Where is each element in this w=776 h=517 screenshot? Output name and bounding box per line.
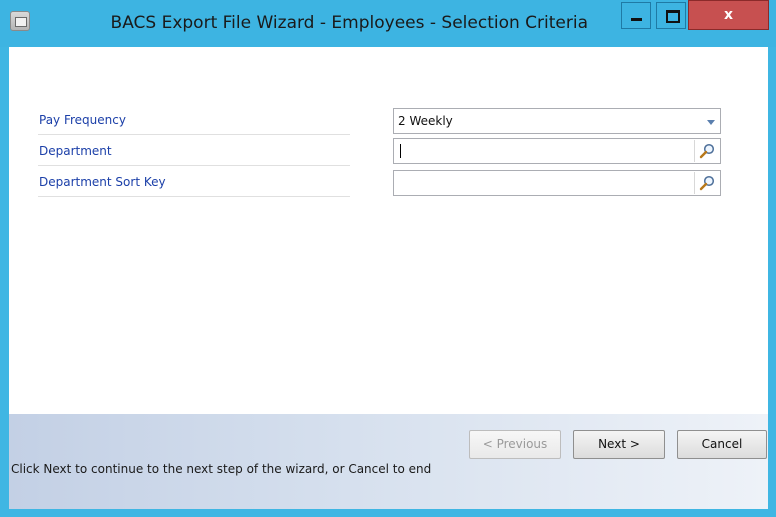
next-button[interactable]: Next > <box>573 430 665 459</box>
previous-button[interactable]: < Previous <box>469 430 561 459</box>
window-title-text: BACS Export File Wizard - Employees - Se… <box>110 13 588 33</box>
window-title: BACS Export File Wizard - Employees - Se… <box>0 0 616 47</box>
footer-message: Click Next to continue to the next step … <box>11 462 432 476</box>
criteria-row-department-sort-key: Department Sort Key <box>38 167 350 197</box>
magnifier-icon <box>699 175 715 191</box>
pay-frequency-value: 2 Weekly <box>398 114 453 128</box>
wizard-window: BACS Export File Wizard - Employees - Se… <box>0 0 776 517</box>
pay-frequency-dropdown[interactable]: 2 Weekly <box>393 108 721 134</box>
close-button[interactable]: x <box>688 0 769 30</box>
department-sort-key-lookup-button[interactable] <box>694 172 719 194</box>
wizard-content: Pay Frequency 2 Weekly Department Depart… <box>9 47 768 509</box>
title-bar[interactable]: BACS Export File Wizard - Employees - Se… <box>0 0 776 47</box>
text-caret <box>400 144 401 158</box>
close-icon: x <box>723 7 734 23</box>
wizard-footer: Click Next to continue to the next step … <box>9 414 768 509</box>
criteria-row-pay-frequency: Pay Frequency <box>38 105 350 135</box>
department-lookup-button[interactable] <box>694 140 719 162</box>
cancel-button[interactable]: Cancel <box>677 430 767 459</box>
department-sort-key-label: Department Sort Key <box>39 175 166 189</box>
pay-frequency-label: Pay Frequency <box>39 113 126 127</box>
criteria-row-department: Department <box>38 136 350 166</box>
department-input[interactable] <box>393 138 721 164</box>
department-label: Department <box>39 144 112 158</box>
minimize-button[interactable] <box>621 2 651 29</box>
magnifier-icon <box>699 143 715 159</box>
chevron-down-icon[interactable] <box>707 120 715 125</box>
department-sort-key-input[interactable] <box>393 170 721 196</box>
maximize-button[interactable] <box>656 2 686 29</box>
